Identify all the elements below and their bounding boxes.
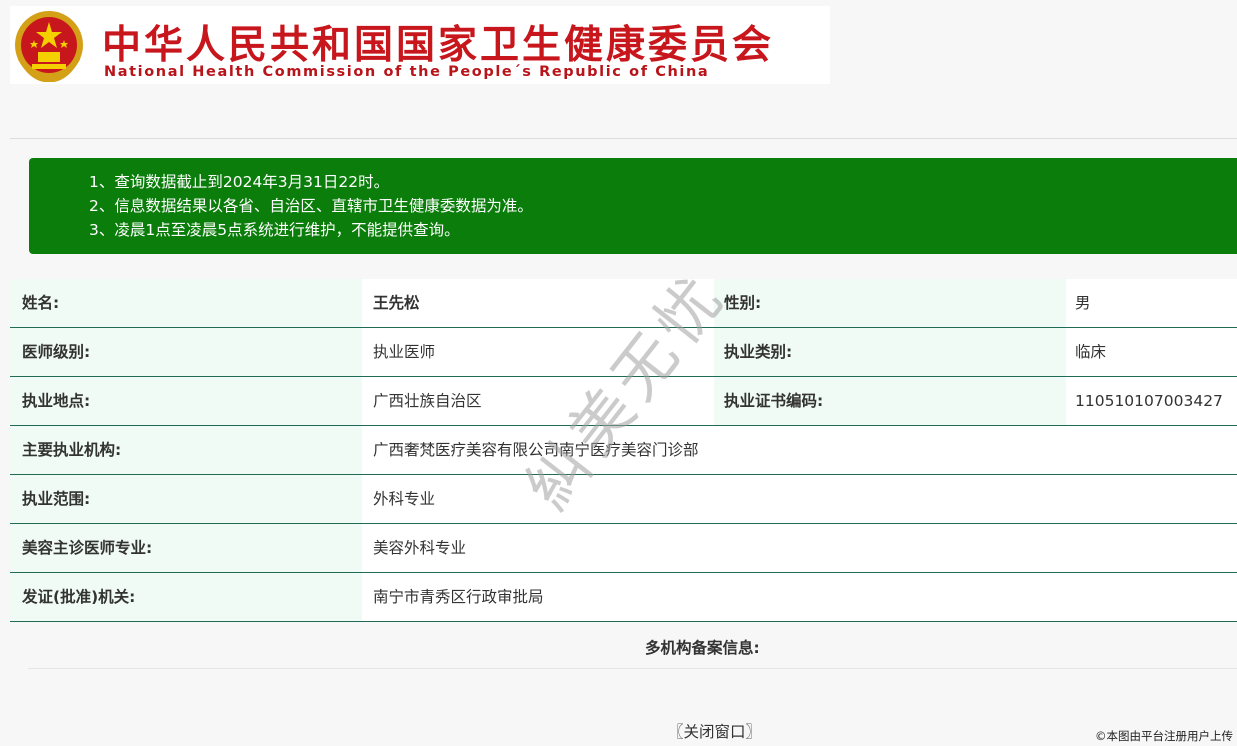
table-row: 姓名: 王先松 性别: 男: [10, 279, 1237, 328]
table-row: 执业地点: 广西壮族自治区 执业证书编码: 110510107003427: [10, 377, 1237, 426]
issuer-label: 发证(批准)机关:: [10, 573, 362, 621]
multi-org-heading: 多机构备案信息:: [645, 639, 760, 657]
org-label: 主要执业机构:: [10, 426, 362, 474]
upload-credit: ©本图由平台注册用户上传: [1095, 729, 1233, 743]
scope-value: 外科专业: [362, 475, 1237, 523]
table-row: 美容主诊医师专业: 美容外科专业: [10, 524, 1237, 573]
table-row: 主要执业机构: 广西奢梵医疗美容有限公司南宁医疗美容门诊部: [10, 426, 1237, 475]
site-title-cn: 中华人民共和国国家卫生健康委员会: [102, 23, 775, 68]
national-emblem-icon: [15, 11, 83, 82]
issuer-value: 南宁市青秀区行政审批局: [362, 573, 1237, 621]
name-label: 姓名:: [10, 279, 362, 327]
name-value: 王先松: [362, 279, 714, 327]
gender-label: 性别:: [714, 279, 1066, 327]
category-label: 执业类别:: [714, 328, 1066, 376]
location-value: 广西壮族自治区: [362, 377, 714, 425]
notice-line-3: 3、凌晨1点至凌晨5点系统进行维护，不能提供查询。: [89, 221, 460, 239]
cosmetic-specialty-label: 美容主诊医师专业:: [10, 524, 362, 572]
notice-line-1: 1、查询数据截止到2024年3月31日22时。: [89, 173, 390, 191]
org-value: 广西奢梵医疗美容有限公司南宁医疗美容门诊部: [362, 426, 1237, 474]
notice-line-2: 2、信息数据结果以各省、自治区、直辖市卫生健康委数据为准。: [89, 197, 533, 215]
header-divider: [10, 138, 1237, 139]
site-title-en: National Health Commission of the People…: [104, 64, 710, 80]
level-label: 医师级别:: [10, 328, 362, 376]
cert-number-value: 110510107003427: [1066, 377, 1237, 425]
location-label: 执业地点:: [10, 377, 362, 425]
table-row: 执业范围: 外科专业: [10, 475, 1237, 524]
table-row: 医师级别: 执业医师 执业类别: 临床: [10, 328, 1237, 377]
close-window-button[interactable]: 〖关闭窗口〗: [668, 720, 761, 742]
gender-value: 男: [1066, 279, 1237, 327]
cosmetic-specialty-value: 美容外科专业: [362, 524, 1237, 572]
table-row: 发证(批准)机关: 南宁市青秀区行政审批局: [10, 573, 1237, 622]
scope-label: 执业范围:: [10, 475, 362, 523]
category-value: 临床: [1066, 328, 1237, 376]
doctor-info-table: 姓名: 王先松 性别: 男 医师级别: 执业医师 执业类别: 临床 执业地点: …: [10, 279, 1237, 622]
multi-org-divider: [28, 668, 1237, 669]
cert-number-label: 执业证书编码:: [714, 377, 1066, 425]
level-value: 执业医师: [362, 328, 714, 376]
header-banner: 中华人民共和国国家卫生健康委员会 National Health Commiss…: [10, 6, 830, 84]
query-notice-box: 1、查询数据截止到2024年3月31日22时。 2、信息数据结果以各省、自治区、…: [29, 158, 1237, 254]
